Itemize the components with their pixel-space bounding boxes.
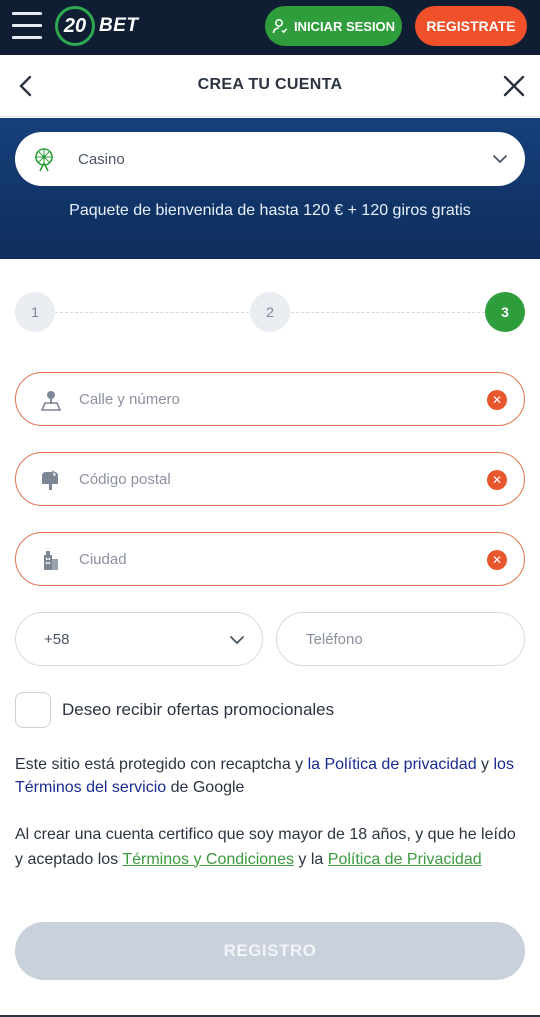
promo-checkbox-label[interactable]: Deseo recibir ofertas promocionales	[62, 700, 334, 720]
promo-checkbox[interactable]	[15, 692, 51, 728]
clear-city-icon[interactable]: ✕	[487, 550, 507, 570]
recaptcha-text-suffix: de Google	[166, 779, 245, 796]
terms-conditions-link[interactable]: Términos y Condiciones	[122, 851, 294, 868]
recaptcha-text-prefix: Este sitio está protegido con recaptcha …	[15, 756, 308, 773]
phone-code-value: +58	[44, 631, 70, 648]
step-3-active: 3	[485, 292, 525, 332]
menu-icon[interactable]	[12, 12, 42, 39]
login-label: INICIAR SESION	[293, 18, 396, 34]
clear-postal-code-icon[interactable]: ✕	[487, 470, 507, 490]
postal-code-placeholder: Código postal	[79, 471, 171, 488]
street-field[interactable]: Calle y número ✕	[15, 372, 525, 426]
page-header: CREA TU CUENTA	[0, 55, 540, 117]
building-icon	[44, 551, 58, 570]
bonus-banner: Casino Paquete de bienvenida de hasta 12…	[0, 118, 540, 259]
street-placeholder: Calle y número	[79, 391, 180, 408]
progress-stepper: 1 2 3	[15, 292, 525, 332]
step-2: 2	[250, 292, 290, 332]
mailbox-icon	[42, 469, 58, 490]
phone-code-select[interactable]: +58	[15, 612, 263, 666]
bonus-description: Paquete de bienvenida de hasta 120 € + 1…	[69, 202, 471, 219]
logo-mark: 20	[55, 6, 95, 46]
login-button[interactable]: INICIAR SESION	[265, 6, 402, 46]
user-icon	[272, 19, 288, 34]
phone-input[interactable]: Teléfono	[276, 612, 525, 666]
bonus-select-value: Casino	[78, 151, 125, 168]
city-field[interactable]: Ciudad ✕	[15, 532, 525, 586]
privacy-policy-link[interactable]: Política de Privacidad	[328, 851, 482, 868]
bonus-select[interactable]: Casino	[15, 132, 525, 186]
close-icon[interactable]	[500, 72, 528, 100]
recaptcha-notice: Este sitio está protegido con recaptcha …	[15, 753, 527, 799]
google-privacy-link[interactable]: la Política de privacidad	[308, 756, 477, 773]
chevron-down-icon	[493, 155, 507, 164]
clear-street-icon[interactable]: ✕	[487, 390, 507, 410]
city-placeholder: Ciudad	[79, 551, 127, 568]
ferris-wheel-icon	[35, 148, 53, 172]
page-title: CREA TU CUENTA	[197, 76, 343, 93]
age-text-mid: y la	[293, 850, 328, 868]
chevron-down-icon	[230, 636, 244, 645]
logo-text: BET	[99, 15, 139, 36]
register-submit-button[interactable]: REGISTRO	[15, 922, 525, 980]
phone-placeholder: Teléfono	[306, 631, 363, 648]
logo[interactable]: 20 BET	[55, 6, 139, 46]
top-navbar: 20 BET INICIAR SESION REGISTRATE	[0, 0, 540, 55]
recaptcha-text-and: y	[476, 756, 494, 773]
map-pin-icon	[40, 391, 62, 411]
age-consent-text: Al crear una cuenta certifico que soy ma…	[15, 823, 527, 872]
step-1: 1	[15, 292, 55, 332]
postal-code-field[interactable]: Código postal ✕	[15, 452, 525, 506]
register-button[interactable]: REGISTRATE	[415, 6, 527, 46]
promo-checkbox-row[interactable]: Deseo recibir ofertas promocionales	[15, 692, 334, 728]
